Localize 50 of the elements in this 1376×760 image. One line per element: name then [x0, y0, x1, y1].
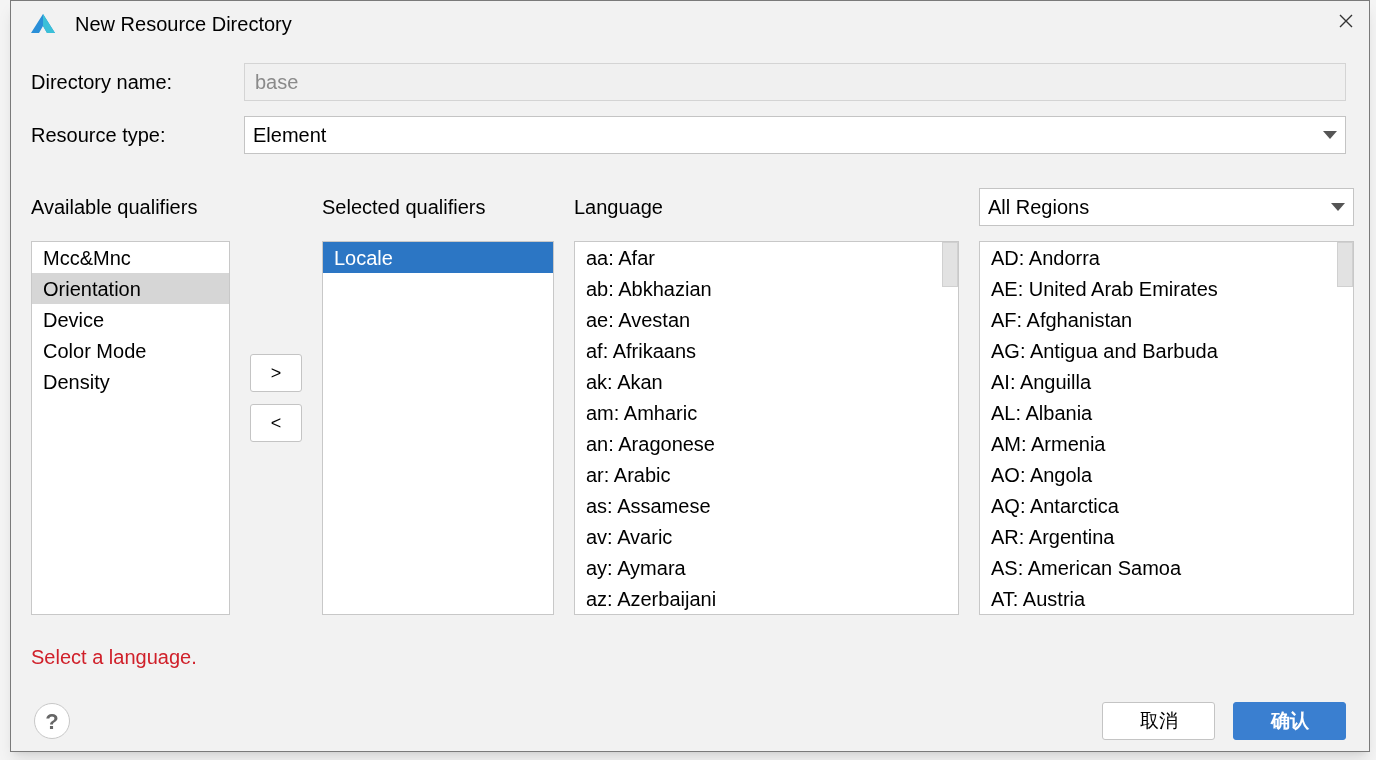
list-item[interactable]: Orientation — [32, 273, 229, 304]
list-heading: Selected qualifiers — [322, 195, 487, 220]
list-item[interactable]: AT: Austria — [980, 583, 1337, 614]
list-item[interactable]: AM: Armenia — [980, 428, 1337, 459]
list-item[interactable]: AD: Andorra — [980, 242, 1337, 273]
list-item[interactable]: AO: Angola — [980, 459, 1337, 490]
field-label: Resource type: — [31, 123, 167, 148]
list-item[interactable]: ae: Avestan — [575, 304, 942, 335]
help-button[interactable]: ? — [34, 703, 70, 739]
error-message: Select a language. — [31, 645, 198, 670]
window-title: New Resource Directory — [75, 12, 292, 37]
caret-icon — [1331, 203, 1345, 211]
list-item[interactable]: Density — [32, 366, 229, 397]
list-item[interactable]: av: Avaric — [575, 521, 942, 552]
list-item[interactable]: AE: United Arab Emirates — [980, 273, 1337, 304]
list-item[interactable]: Color Mode — [32, 335, 229, 366]
list-heading: Language — [574, 195, 664, 220]
regions-dropdown[interactable]: All Regions — [979, 188, 1354, 226]
list-item[interactable]: AF: Afghanistan — [980, 304, 1337, 335]
list-item[interactable]: Device — [32, 304, 229, 335]
list-item[interactable]: as: Assamese — [575, 490, 942, 521]
list-item[interactable]: Locale — [323, 242, 553, 273]
field-label: Directory name: — [31, 70, 174, 95]
close-icon[interactable] — [1339, 14, 1353, 28]
list-item[interactable]: ab: Abkhazian — [575, 273, 942, 304]
list-heading: Available qualifiers — [31, 195, 199, 220]
list-item[interactable]: ay: Aymara — [575, 552, 942, 583]
scrollbar-thumb[interactable] — [942, 242, 958, 287]
list-item[interactable]: AR: Argentina — [980, 521, 1337, 552]
list-item[interactable]: am: Amharic — [575, 397, 942, 428]
list-item[interactable]: ak: Akan — [575, 366, 942, 397]
list-item[interactable]: AI: Anguilla — [980, 366, 1337, 397]
list-item[interactable]: an: Aragonese — [575, 428, 942, 459]
list-item[interactable]: AS: American Samoa — [980, 552, 1337, 583]
list-item[interactable]: aa: Afar — [575, 242, 942, 273]
move-button[interactable]: < — [250, 404, 302, 442]
list-item[interactable]: Mcc&Mnc — [32, 242, 229, 273]
list-item[interactable]: AQ: Antarctica — [980, 490, 1337, 521]
list-item[interactable]: az: Azerbaijani — [575, 583, 942, 614]
triangle-logo-icon — [30, 13, 56, 35]
resource-type-dropdown[interactable]: Element — [244, 116, 1346, 154]
list-item[interactable]: ar: Arabic — [575, 459, 942, 490]
cancel-button[interactable]: 取消 — [1102, 702, 1215, 740]
caret-icon — [1323, 131, 1337, 139]
scrollbar-thumb[interactable] — [1337, 242, 1353, 287]
list-item[interactable]: AL: Albania — [980, 397, 1337, 428]
list-item[interactable]: af: Afrikaans — [575, 335, 942, 366]
list-item[interactable]: AG: Antigua and Barbuda — [980, 335, 1337, 366]
move-button[interactable]: > — [250, 354, 302, 392]
confirm-button[interactable]: 确认 — [1233, 702, 1346, 740]
